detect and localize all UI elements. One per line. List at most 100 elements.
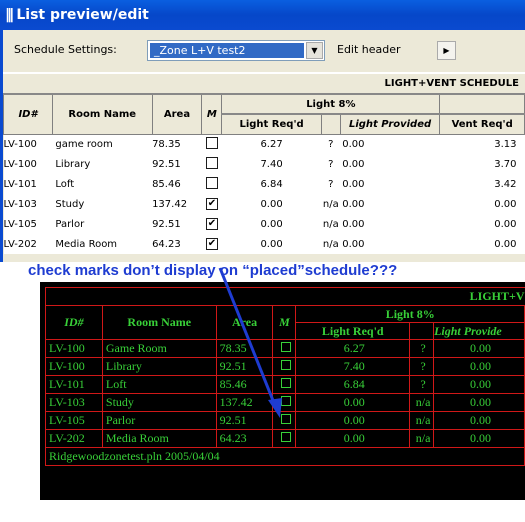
placed-cell-area: 92.51 <box>215 357 274 376</box>
empty-checkbox-icon <box>280 378 291 388</box>
placed-header-light-group: Light 8% <box>295 305 525 323</box>
header-light-group: Light 8% <box>221 93 441 115</box>
cell-light-provided: 0.00 <box>340 194 440 214</box>
schedule-settings-value: _Zone L+V test2 <box>150 43 304 58</box>
header-vent-reqd: Vent Req'd <box>439 113 525 135</box>
empty-checkbox-icon <box>280 360 291 370</box>
m-checkbox[interactable]: ✔ <box>205 218 218 230</box>
placed-cell-lprov: 0.00 <box>433 375 525 394</box>
cell-vent-reqd: 3.70 <box>439 154 525 174</box>
header-area: Area <box>151 93 203 135</box>
cell-area: 92.51 <box>152 214 202 234</box>
placed-cell-lreq: 0.00 <box>295 411 411 430</box>
table-row[interactable]: LV-100 Library 92.51 7.40? 0.00 3.70 <box>3 154 525 174</box>
cell-light-provided: 0.00 <box>340 154 440 174</box>
edit-header-label: Edit header <box>337 43 401 56</box>
cell-flag: ? <box>321 154 341 174</box>
table-row[interactable]: LV-100 game room 78.35 6.27? 0.00 3.13 <box>3 134 525 154</box>
cell-id: LV-105 <box>3 214 53 234</box>
cell-flag: ? <box>321 174 341 194</box>
placed-row: LV-202 Media Room 64.23 0.00 n/a 0.00 <box>45 429 525 448</box>
cell-id: LV-103 <box>3 194 53 214</box>
cell-area: 92.51 <box>152 154 202 174</box>
placed-footer: Ridgewoodzonetest.pln 2005/04/04 <box>45 447 525 466</box>
schedule-settings-label: Schedule Settings: <box>14 43 117 56</box>
placed-cell-room: Library <box>101 357 217 376</box>
schedule-settings-dropdown[interactable]: _Zone L+V test2 ▼ <box>147 40 325 61</box>
cell-flag: ? <box>321 134 341 154</box>
placed-cell-lprov: 0.00 <box>433 393 525 412</box>
cell-area: 64.23 <box>152 234 202 254</box>
cell-vent-reqd: 3.42 <box>439 174 525 194</box>
cell-m[interactable] <box>201 174 222 194</box>
placed-cell-area: 78.35 <box>215 339 274 358</box>
placed-row: LV-101 Loft 85.46 6.84? 0.00 <box>45 375 525 394</box>
header-vent-group <box>439 93 525 115</box>
table-row[interactable]: LV-202 Media Room 64.23 ✔ 0.00 n/a 0.00 0.00 <box>3 234 525 254</box>
header-id: ID# <box>3 93 53 135</box>
annotation-text: check marks don’t display on “placed”sch… <box>28 262 398 279</box>
chevron-down-icon[interactable]: ▼ <box>306 42 323 59</box>
placed-cell-id: LV-103 <box>45 393 103 412</box>
placed-cell-lreq: 6.27 <box>295 339 411 358</box>
edit-header-button[interactable]: ▶ <box>437 41 456 60</box>
placed-cell-id: LV-105 <box>45 411 103 430</box>
list-icon: ||| <box>5 7 15 23</box>
placed-cell-flag: n/a <box>409 411 435 430</box>
placed-cell-id: LV-100 <box>45 357 103 376</box>
placed-row: LV-103 Study 137.42 0.00 n/a 0.00 <box>45 393 525 412</box>
cell-id: LV-100 <box>3 154 53 174</box>
placed-cell-id: LV-101 <box>45 375 103 394</box>
placed-table: LIGHT+V ID# Room Name Area M Light 8% Li… <box>45 287 525 466</box>
placed-cell-lprov: 0.00 <box>433 357 525 376</box>
empty-checkbox-icon <box>280 342 291 352</box>
placed-cell-lreq: 6.84 <box>295 375 411 394</box>
placed-cell-flag: ? <box>409 339 435 358</box>
cell-room-name: Study <box>52 194 153 214</box>
placed-cell-m <box>272 375 297 394</box>
m-checkbox[interactable] <box>205 176 218 189</box>
cell-m[interactable] <box>201 134 222 154</box>
cell-flag: n/a <box>321 214 341 234</box>
empty-checkbox-icon <box>280 396 291 406</box>
cell-m[interactable]: ✔ <box>201 234 222 254</box>
cell-flag: n/a <box>321 194 341 214</box>
title-bar[interactable]: ||| List preview/edit <box>0 0 525 30</box>
schedule-title: LIGHT+VENT SCHEDULE <box>384 78 519 89</box>
cell-room-name: Library <box>52 154 153 174</box>
placed-row: LV-105 Parlor 92.51 0.00 n/a 0.00 <box>45 411 525 430</box>
placed-cell-m <box>272 393 297 412</box>
placed-cell-area: 64.23 <box>215 429 274 448</box>
placed-cell-room: Game Room <box>101 339 217 358</box>
placed-header-light-provided: Light Provide <box>433 322 525 340</box>
placed-cell-room: Parlor <box>101 411 217 430</box>
m-checkbox[interactable]: ✔ <box>205 238 218 250</box>
m-checkbox[interactable]: ✔ <box>205 198 218 210</box>
cell-light-reqd: 0.00 <box>221 214 322 234</box>
m-checkbox[interactable] <box>205 136 218 149</box>
cell-m[interactable]: ✔ <box>201 214 222 234</box>
cell-area: 137.42 <box>152 194 202 214</box>
cell-light-provided: 0.00 <box>340 234 440 254</box>
placed-cell-area: 92.51 <box>215 411 274 430</box>
m-checkbox[interactable] <box>205 156 218 169</box>
placed-cell-area: 137.42 <box>215 393 274 412</box>
placed-cell-flag: n/a <box>409 429 435 448</box>
table-row[interactable]: LV-105 Parlor 92.51 ✔ 0.00 n/a 0.00 0.00 <box>3 214 525 234</box>
cell-flag: n/a <box>321 234 341 254</box>
placed-header-area: Area <box>215 305 274 340</box>
placed-cell-m <box>272 411 297 430</box>
cell-m[interactable] <box>201 154 222 174</box>
cell-m[interactable]: ✔ <box>201 194 222 214</box>
table-row[interactable]: LV-101 Loft 85.46 6.84? 0.00 3.42 <box>3 174 525 194</box>
cell-vent-reqd: 0.00 <box>439 194 525 214</box>
table-row[interactable]: LV-103 Study 137.42 ✔ 0.00 n/a 0.00 0.00 <box>3 194 525 214</box>
cell-id: LV-101 <box>3 174 53 194</box>
placed-cell-id: LV-100 <box>45 339 103 358</box>
header-m: M <box>201 93 223 135</box>
header-blank <box>320 113 341 135</box>
placed-title: LIGHT+V <box>45 287 525 306</box>
window-title: List preview/edit <box>16 7 149 23</box>
cell-light-provided: 0.00 <box>340 174 440 194</box>
placed-cell-m <box>272 339 297 358</box>
